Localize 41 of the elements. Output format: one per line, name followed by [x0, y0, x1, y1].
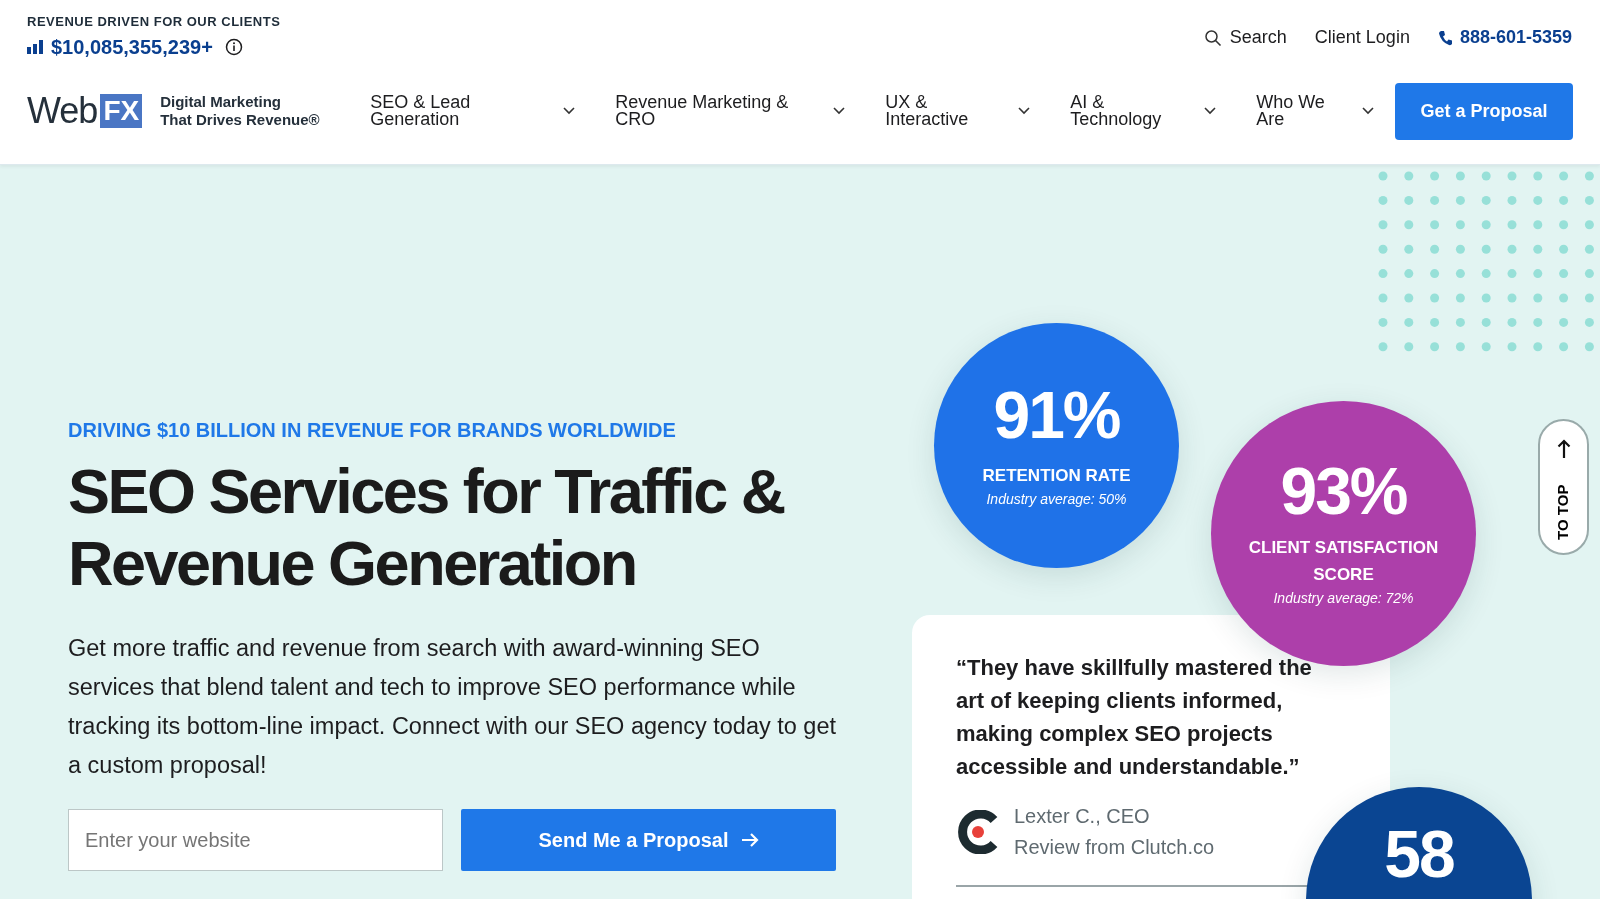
nav-menu-item[interactable]: UX & Interactive [885, 94, 1031, 128]
c-logo-icon [956, 810, 998, 854]
stat-note: Industry average: 72% [1273, 589, 1414, 608]
client-login-link[interactable]: Client Login [1314, 24, 1410, 51]
nav-menu-item[interactable]: Who We Are [1256, 94, 1375, 128]
chevron-down-icon [833, 107, 846, 115]
revenue-amount: $10,085,355,239+ [51, 34, 213, 60]
chevron-down-icon [1362, 107, 1375, 115]
hero-eyebrow: DRIVING $10 BILLION IN REVENUE FOR BRANDS WORLDWIDE [68, 418, 677, 443]
search-link[interactable]: Search [1203, 24, 1287, 51]
chevron-down-icon [563, 107, 576, 115]
send-proposal-button[interactable]: Send Me a Proposal [461, 809, 836, 871]
testimonial-quote: “They have skillfully mastered the art of keeping clients informed, making complex SEO projects accessible and understandable.” [956, 654, 1313, 781]
chevron-down-icon [1204, 107, 1217, 115]
stat-label: RETENTION RATE [982, 464, 1131, 487]
arrow-up-icon [1556, 439, 1571, 459]
stat-label: CLIENT SATISFACTION SCORE [1247, 537, 1440, 586]
phone-link[interactable]: 888-601-5359 [1437, 24, 1572, 51]
hero-description: Get more traffic and revenue from search with award-winning SEO services that blend talent and tech to improve SEO performance while tracking its bottom-line impact. Connect with our SEO agency today to get a custom proposal! [68, 634, 838, 780]
testimonial-author: Lexter C., CEO [1014, 804, 1151, 829]
nav-menu-item[interactable]: SEO & Lead Generation [370, 94, 576, 128]
nav-menu-item[interactable]: AI & Technology [1070, 94, 1217, 128]
get-proposal-button[interactable]: Get a Proposal [1395, 82, 1573, 140]
hero-title: SEO Services for Traffic & Revenue Generation [68, 455, 786, 599]
website-input[interactable]: Enter your website [68, 809, 443, 871]
revenue-label: REVENUE DRIVEN FOR OUR CLIENTS [27, 13, 281, 31]
info-icon [224, 37, 243, 56]
to-top-button[interactable]: TO TOP [1538, 419, 1589, 555]
stat-value: 91% [993, 381, 1120, 448]
stat-note: Industry average: 50% [986, 489, 1127, 509]
phone-icon [1437, 29, 1452, 46]
chevron-down-icon [1018, 107, 1031, 115]
bar-chart-icon [27, 39, 43, 54]
tagline: Digital Marketing That Drives Revenue® [160, 93, 321, 129]
stat-value: 58 [1384, 821, 1454, 887]
logo[interactable]: Web FX [27, 84, 143, 138]
search-icon [1203, 28, 1222, 47]
testimonial-source: Review from Clutch.co [1014, 835, 1215, 860]
nav-menu-item[interactable]: Revenue Marketing & CRO [615, 94, 846, 128]
arrow-right-icon [740, 832, 759, 848]
stat-value: 93% [1280, 458, 1407, 524]
